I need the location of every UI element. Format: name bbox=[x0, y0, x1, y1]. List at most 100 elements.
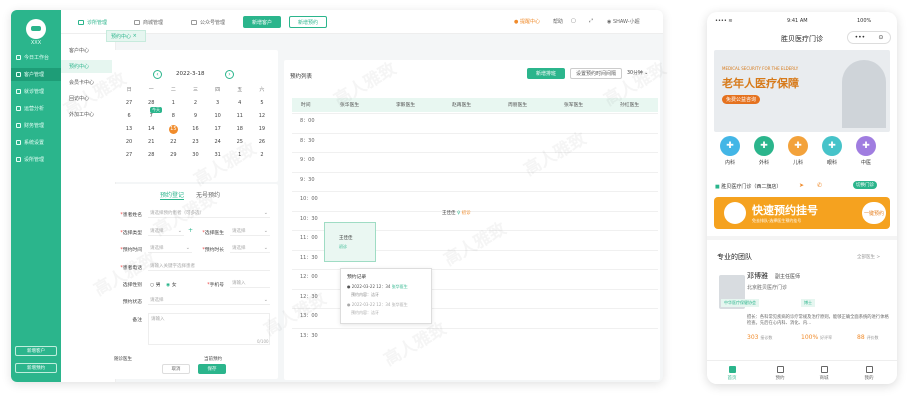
tab-mall[interactable]: 商城 bbox=[814, 366, 834, 381]
calendar-day[interactable]: 15 bbox=[168, 125, 178, 134]
calendar-day[interactable]: 12 bbox=[251, 112, 273, 121]
calendar-day[interactable]: 22 bbox=[162, 138, 184, 147]
category-3[interactable]: ✚ 眼科 bbox=[821, 136, 843, 166]
add-icon[interactable]: + bbox=[188, 227, 193, 234]
calendar-day[interactable]: 29 bbox=[162, 151, 184, 160]
calendar-day[interactable]: 27 bbox=[118, 99, 140, 108]
appointment-block[interactable]: 王佳佳 初诊 bbox=[324, 222, 376, 262]
calendar-day[interactable]: 18 bbox=[229, 125, 251, 134]
help-link[interactable]: 帮助 bbox=[553, 18, 563, 25]
calendar-day[interactable]: 7 bbox=[140, 112, 162, 121]
calendar-day[interactable]: 26 bbox=[251, 138, 273, 147]
calendar-icon bbox=[724, 202, 746, 224]
notice-center[interactable]: ● 提醒中心 bbox=[514, 18, 540, 25]
banner[interactable]: MEDICAL SECURITY FOR THE ELDERLY 老年人医疗保障… bbox=[714, 50, 890, 132]
phone-icon[interactable]: ✆ bbox=[817, 182, 822, 189]
category-0[interactable]: ✚ 内科 bbox=[719, 136, 741, 166]
today-badge: 今天 bbox=[150, 107, 162, 113]
appointment-inline[interactable]: 王佳佳 ♀ 初诊 bbox=[442, 210, 471, 216]
page-tab-appointment[interactable]: 预约中心 × bbox=[106, 30, 146, 42]
calendar-day[interactable]: 16 bbox=[184, 125, 206, 134]
next-month-button[interactable]: › bbox=[225, 70, 234, 79]
fullscreen-icon[interactable]: ⤢ bbox=[589, 18, 593, 24]
calendar-day[interactable]: 17 bbox=[207, 125, 229, 134]
sidebar-item-visits[interactable]: 就诊管理 bbox=[11, 85, 61, 98]
note-textarea[interactable]: 请输入 bbox=[148, 313, 270, 345]
calendar-day[interactable]: 6 bbox=[118, 112, 140, 121]
calendar-day[interactable]: 8 bbox=[162, 112, 184, 121]
elderly-photo bbox=[842, 60, 886, 128]
calendar-day[interactable]: 19 bbox=[251, 125, 273, 134]
calendar-day[interactable]: 28 bbox=[140, 151, 162, 160]
sidebar-item-clinic[interactable]: 设所管理 bbox=[11, 153, 61, 166]
capsule-menu[interactable]: ••• ⊙ bbox=[847, 31, 891, 44]
new-schedule-button[interactable]: 新增排班 bbox=[527, 68, 565, 79]
sidebar-item-workbench[interactable]: 今日工作台 bbox=[11, 51, 61, 64]
calendar-day[interactable]: 21 bbox=[140, 138, 162, 147]
schedule-row bbox=[292, 191, 658, 206]
tab-mall-manage[interactable]: 商城管理 bbox=[134, 16, 163, 28]
building-icon bbox=[16, 157, 21, 162]
save-button[interactable]: 保存 bbox=[198, 364, 226, 374]
book-now-button[interactable]: 一键预约 bbox=[862, 202, 886, 224]
mobile-input[interactable]: 请输入 bbox=[230, 278, 270, 288]
time-slot-label: 11：30 bbox=[300, 254, 318, 261]
phone-input[interactable]: 请输入关键字选择患者 bbox=[148, 261, 270, 271]
gender-female-radio[interactable]: ◉ 女 bbox=[166, 281, 177, 288]
tab-booking[interactable]: 预约 bbox=[770, 366, 790, 381]
calendar-day[interactable]: 20 bbox=[118, 138, 140, 147]
tab-clinic-manage[interactable]: 诊所管理 bbox=[78, 16, 107, 28]
calendar-day[interactable]: 4 bbox=[229, 99, 251, 108]
calendar-day[interactable]: 9 bbox=[184, 112, 206, 121]
sidebar-item-ops[interactable]: 运营分析 bbox=[11, 102, 61, 115]
tab-mine[interactable]: 我的 bbox=[859, 366, 879, 381]
cancel-button[interactable]: 取消 bbox=[162, 364, 190, 374]
sidebar-add-customer-button[interactable]: 新增客户 bbox=[15, 346, 57, 356]
sidebar-add-appointment-button[interactable]: 新增预约 bbox=[15, 363, 57, 373]
calendar-day[interactable]: 3 bbox=[207, 99, 229, 108]
calendar-day[interactable]: 1 bbox=[162, 99, 184, 108]
user-icon bbox=[865, 366, 873, 373]
status-select[interactable]: 请选择 bbox=[148, 295, 270, 305]
banner-button[interactable]: 免费公益咨询 bbox=[722, 95, 761, 104]
more-icon: ••• bbox=[854, 34, 866, 41]
calendar-day[interactable]: 5 bbox=[251, 99, 273, 108]
weekday-label: 四 bbox=[215, 87, 221, 93]
avatar[interactable]: ◉ SHAW-小超 bbox=[607, 18, 640, 25]
category-2[interactable]: ✚ 儿科 bbox=[787, 136, 809, 166]
tab-home[interactable]: 首页 bbox=[722, 366, 742, 381]
subnav-customer-center[interactable]: 客户中心 bbox=[61, 44, 116, 57]
time-select[interactable]: 请选择 bbox=[148, 243, 192, 253]
calendar-day[interactable]: 27 bbox=[118, 151, 140, 160]
duration-select[interactable]: 请选择 bbox=[230, 243, 270, 253]
prev-month-button[interactable]: ‹ bbox=[153, 70, 162, 79]
tab-register[interactable]: 预约登记 bbox=[160, 190, 185, 200]
location-icon[interactable]: ➤ bbox=[799, 182, 804, 189]
calendar-day[interactable]: 14 bbox=[140, 125, 162, 134]
tab-wechat-manage[interactable]: 公众号管理 bbox=[191, 16, 225, 28]
calendar-day[interactable]: 13 bbox=[118, 125, 140, 134]
set-interval-button[interactable]: 设置预约时间间隔 bbox=[570, 68, 622, 79]
new-customer-button[interactable]: 新增客户 bbox=[243, 16, 281, 28]
sidebar-item-customers[interactable]: 客户管理 bbox=[11, 68, 61, 81]
close-icon[interactable]: × bbox=[133, 33, 137, 39]
calendar-day[interactable]: 10 bbox=[207, 112, 229, 121]
shop-icon bbox=[134, 19, 140, 25]
sidebar-item-settings[interactable]: 系统设置 bbox=[11, 136, 61, 149]
calendar-day[interactable]: 11 bbox=[229, 112, 251, 121]
lock-icon[interactable]: ▢ bbox=[571, 18, 576, 24]
schedule-row bbox=[292, 327, 658, 343]
switch-clinic-button[interactable]: 切换门诊 bbox=[853, 181, 877, 189]
calendar-day[interactable]: 23 bbox=[184, 138, 206, 147]
banner-en: MEDICAL SECURITY FOR THE ELDERLY bbox=[722, 66, 799, 71]
quick-booking-ad[interactable]: 快速预约挂号 免去排队·选择医生预约挂号 一键预约 bbox=[714, 197, 890, 229]
doctor-select[interactable]: 请选择 bbox=[230, 226, 270, 236]
gender-male-radio[interactable]: ○ 男 bbox=[150, 281, 161, 288]
sidebar-item-finance[interactable]: 财务管理 bbox=[11, 119, 61, 132]
all-doctors-link[interactable]: 全部医生 > bbox=[857, 254, 880, 260]
calendar-day[interactable]: 2 bbox=[184, 99, 206, 108]
new-appointment-button[interactable]: 新增预约 bbox=[289, 16, 327, 28]
category-4[interactable]: ✚ 中医 bbox=[855, 136, 877, 166]
category-1[interactable]: ✚ 外科 bbox=[753, 136, 775, 166]
calendar-day[interactable]: 24 bbox=[207, 138, 229, 147]
